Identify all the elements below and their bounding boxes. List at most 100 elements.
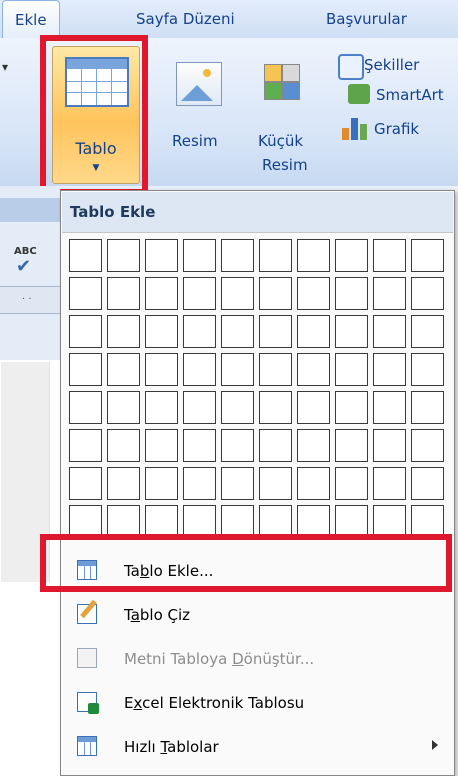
- grid-cell[interactable]: [297, 277, 330, 310]
- tab-sayfa-duzeni[interactable]: Sayfa Düzeni: [136, 10, 235, 28]
- grid-cell[interactable]: [411, 315, 444, 348]
- grid-cell[interactable]: [107, 467, 140, 500]
- grid-cell[interactable]: [335, 391, 368, 424]
- grid-cell[interactable]: [259, 353, 292, 386]
- grid-cell[interactable]: [297, 315, 330, 348]
- spelling-check-icon[interactable]: ✔: [16, 256, 31, 277]
- grid-cell[interactable]: [183, 239, 216, 272]
- clip-art-icon[interactable]: [264, 64, 300, 102]
- grid-cell[interactable]: [221, 239, 254, 272]
- grid-cell[interactable]: [335, 467, 368, 500]
- grid-cell[interactable]: [259, 467, 292, 500]
- grid-cell[interactable]: [373, 239, 406, 272]
- grid-cell[interactable]: [221, 391, 254, 424]
- grid-cell[interactable]: [411, 353, 444, 386]
- grid-cell[interactable]: [373, 353, 406, 386]
- grid-cell[interactable]: [221, 467, 254, 500]
- kucuk-resim-line2[interactable]: Resim: [262, 156, 308, 174]
- grid-cell[interactable]: [183, 429, 216, 462]
- grid-cell[interactable]: [107, 391, 140, 424]
- chart-icon[interactable]: [342, 116, 368, 140]
- dropdown-title: Tablo Ekle: [70, 203, 156, 221]
- shapes-icon[interactable]: [338, 54, 364, 80]
- grid-cell[interactable]: [259, 277, 292, 310]
- grid-cell[interactable]: [69, 277, 102, 310]
- grid-cell[interactable]: [107, 277, 140, 310]
- grid-cell[interactable]: [145, 467, 178, 500]
- grid-cell[interactable]: [107, 429, 140, 462]
- menu-item[interactable]: Excel Elektronik Tablosu: [61, 682, 452, 724]
- grid-cell[interactable]: [297, 353, 330, 386]
- grid-cell[interactable]: [69, 239, 102, 272]
- grid-cell[interactable]: [411, 391, 444, 424]
- grid-cell[interactable]: [221, 315, 254, 348]
- menu-item-label: Excel Elektronik Tablosu: [124, 694, 305, 712]
- grid-cell[interactable]: [259, 429, 292, 462]
- ribbon-group-bar: [0, 198, 60, 222]
- grid-cell[interactable]: [183, 391, 216, 424]
- tab-basvurular[interactable]: Başvurular: [326, 10, 407, 28]
- quick-tables-icon: [77, 736, 97, 756]
- grid-cell[interactable]: [145, 429, 178, 462]
- grid-cell[interactable]: [69, 467, 102, 500]
- picture-icon[interactable]: [176, 62, 222, 106]
- grid-cell[interactable]: [373, 429, 406, 462]
- grid-cell[interactable]: [335, 239, 368, 272]
- grid-cell[interactable]: [69, 429, 102, 462]
- smartart-label[interactable]: SmartArt: [376, 86, 444, 104]
- grid-cell[interactable]: [335, 277, 368, 310]
- grid-cell[interactable]: [69, 353, 102, 386]
- grid-cell[interactable]: [183, 315, 216, 348]
- grid-cell[interactable]: [183, 277, 216, 310]
- grid-cell[interactable]: [411, 429, 444, 462]
- grid-cell[interactable]: [145, 239, 178, 272]
- grafik-label[interactable]: Grafik: [374, 120, 419, 138]
- grid-cell[interactable]: [221, 353, 254, 386]
- grid-cell[interactable]: [145, 391, 178, 424]
- grid-cell[interactable]: [69, 315, 102, 348]
- grid-cell[interactable]: [259, 239, 292, 272]
- sekiller-label[interactable]: Şekiller: [364, 56, 419, 74]
- grid-cell[interactable]: [335, 353, 368, 386]
- chevron-down-icon[interactable]: ▾: [2, 60, 8, 74]
- grid-cell[interactable]: [373, 277, 406, 310]
- grid-cell[interactable]: [297, 239, 330, 272]
- menu-item-label: Metni Tabloya Dönüştür...: [124, 650, 315, 668]
- grid-cell[interactable]: [373, 315, 406, 348]
- grid-cell[interactable]: [107, 315, 140, 348]
- grid-cell[interactable]: [297, 429, 330, 462]
- grid-cell[interactable]: [145, 315, 178, 348]
- grid-cell[interactable]: [145, 277, 178, 310]
- grid-cell[interactable]: [145, 353, 178, 386]
- menu-item[interactable]: Hızlı Tablolar: [61, 726, 452, 768]
- grid-cell[interactable]: [259, 315, 292, 348]
- grid-cell[interactable]: [411, 467, 444, 500]
- grid-cell[interactable]: [335, 315, 368, 348]
- grid-cell[interactable]: [297, 391, 330, 424]
- grid-cell[interactable]: [373, 467, 406, 500]
- resim-label[interactable]: Resim: [172, 132, 218, 150]
- grid-cell[interactable]: [411, 277, 444, 310]
- grid-cell[interactable]: [107, 353, 140, 386]
- grid-cell[interactable]: [221, 277, 254, 310]
- highlight-box-tablo: [40, 35, 148, 195]
- grid-cell[interactable]: [183, 467, 216, 500]
- tab-ekle[interactable]: Ekle: [2, 0, 60, 39]
- menu-item-label: Hızlı Tablolar: [124, 738, 219, 756]
- submenu-arrow-icon: [432, 740, 438, 750]
- ruler-marks: · ·: [22, 294, 32, 305]
- grid-cell[interactable]: [297, 467, 330, 500]
- ribbon-tab-bar: Ekle Sayfa Düzeni Başvurular: [0, 0, 458, 39]
- grid-cell[interactable]: [183, 353, 216, 386]
- kucuk-resim-line1[interactable]: Küçük: [258, 132, 303, 150]
- menu-item[interactable]: Tablo Çiz: [61, 594, 452, 636]
- grid-cell[interactable]: [259, 391, 292, 424]
- menu-item: Metni Tabloya Dönüştür...: [61, 638, 452, 680]
- grid-cell[interactable]: [107, 239, 140, 272]
- grid-cell[interactable]: [69, 391, 102, 424]
- grid-cell[interactable]: [335, 429, 368, 462]
- grid-cell[interactable]: [221, 429, 254, 462]
- grid-cell[interactable]: [373, 391, 406, 424]
- grid-cell[interactable]: [411, 239, 444, 272]
- smartart-icon[interactable]: [348, 84, 370, 104]
